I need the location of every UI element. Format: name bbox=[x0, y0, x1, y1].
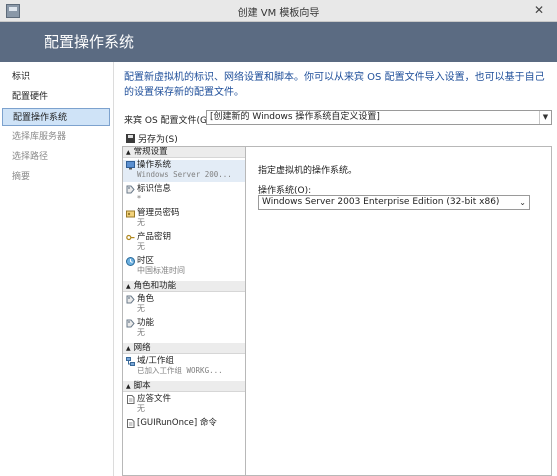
admin-key-icon bbox=[126, 210, 135, 218]
sidebar-item-configure-hardware[interactable]: 配置硬件 bbox=[2, 88, 110, 106]
guest-os-profile-value: [创建新的 Windows 操作系统自定义设置] bbox=[210, 112, 380, 122]
sidebar-item-identity[interactable]: 标识 bbox=[2, 68, 110, 86]
sidebar-item-select-path: 选择路径 bbox=[12, 152, 49, 162]
tree-group-roles-features[interactable]: ▲ 角色和功能 bbox=[123, 281, 245, 292]
sidebar-item-select-library-server: 选择库服务器 bbox=[12, 132, 67, 142]
tree-item-features[interactable]: 功能 无 bbox=[123, 318, 245, 340]
os-select-value: Windows Server 2003 Enterprise Edition (… bbox=[262, 197, 500, 207]
save-disk-icon bbox=[126, 134, 135, 143]
settings-tree: ▲ 常规设置 操作系统 Windows Server 200... 标识信息 * … bbox=[122, 146, 245, 476]
tree-item-product-key[interactable]: 产品密钥 无 bbox=[123, 232, 245, 254]
details-panel: 指定虚拟机的操作系统。 操作系统(O): Windows Server 2003… bbox=[245, 146, 552, 476]
tree-item-admin-password[interactable]: 管理员密码 无 bbox=[123, 208, 245, 230]
intro-text: 配置新虚拟机的标识、网络设置和脚本。你可以从来宾 OS 配置文件导入设置，也可以… bbox=[124, 72, 545, 98]
role-icon bbox=[126, 295, 135, 304]
guest-os-profile-select[interactable]: [创建新的 Windows 操作系统自定义设置] ▼ bbox=[206, 110, 552, 125]
os-select[interactable]: Windows Server 2003 Enterprise Edition (… bbox=[258, 195, 530, 210]
tree-item-operating-system[interactable]: 操作系统 Windows Server 200... bbox=[123, 160, 245, 182]
title-bar: 创建 VM 模板向导 ✕ bbox=[0, 0, 557, 22]
collapse-caret-icon: ▲ bbox=[126, 283, 131, 290]
feature-icon bbox=[126, 319, 135, 328]
tree-item-time-zone[interactable]: 时区 中国标准时间 bbox=[123, 256, 245, 278]
main-panel: 配置新虚拟机的标识、网络设置和脚本。你可以从来宾 OS 配置文件导入设置，也可以… bbox=[114, 62, 557, 476]
collapse-caret-icon: ▲ bbox=[126, 383, 131, 390]
save-as-button[interactable]: 另存为(S) bbox=[126, 132, 178, 145]
page-title: 配置操作系统 bbox=[44, 33, 135, 51]
close-button[interactable]: ✕ bbox=[529, 2, 549, 18]
tree-item-roles[interactable]: 角色 无 bbox=[123, 294, 245, 316]
product-key-icon bbox=[126, 234, 135, 241]
network-icon bbox=[126, 357, 135, 366]
save-as-label: 另存为(S) bbox=[138, 135, 178, 145]
details-description: 指定虚拟机的操作系统。 bbox=[258, 166, 358, 176]
guest-os-profile-label: 来宾 OS 配置文件(G): bbox=[124, 116, 214, 126]
tree-group-general[interactable]: ▲ 常规设置 bbox=[123, 147, 245, 158]
monitor-icon bbox=[126, 161, 135, 170]
globe-clock-icon bbox=[126, 257, 135, 266]
tree-group-scripts[interactable]: ▲ 脚本 bbox=[123, 381, 245, 392]
tree-item-guirunonce[interactable]: [GUIRunOnce] 命令 bbox=[123, 418, 245, 430]
sidebar-item-summary: 摘要 bbox=[12, 172, 31, 182]
tag-icon bbox=[126, 185, 135, 194]
tree-item-identity-info[interactable]: 标识信息 * bbox=[123, 184, 245, 206]
wizard-header: 配置操作系统 bbox=[0, 22, 557, 62]
tree-item-domain-workgroup[interactable]: 域/工作组 已加入工作组 WORKG... bbox=[123, 356, 245, 378]
sidebar-item-configure-os[interactable]: 配置操作系统 bbox=[2, 108, 110, 126]
tree-item-answer-file[interactable]: 应答文件 无 bbox=[123, 394, 245, 416]
command-document-icon bbox=[127, 419, 135, 428]
document-icon bbox=[127, 395, 135, 404]
tree-group-network[interactable]: ▲ 网络 bbox=[123, 343, 245, 354]
window-title: 创建 VM 模板向导 bbox=[237, 8, 320, 19]
wizard-sidebar: 标识 配置硬件 配置操作系统 选择库服务器 选择路径 摘要 bbox=[0, 62, 114, 476]
collapse-caret-icon: ▲ bbox=[126, 345, 131, 352]
chevron-down-icon[interactable]: ⌄ bbox=[519, 196, 526, 209]
dropdown-arrow-icon[interactable]: ▼ bbox=[539, 111, 551, 124]
collapse-caret-icon: ▲ bbox=[126, 149, 131, 156]
